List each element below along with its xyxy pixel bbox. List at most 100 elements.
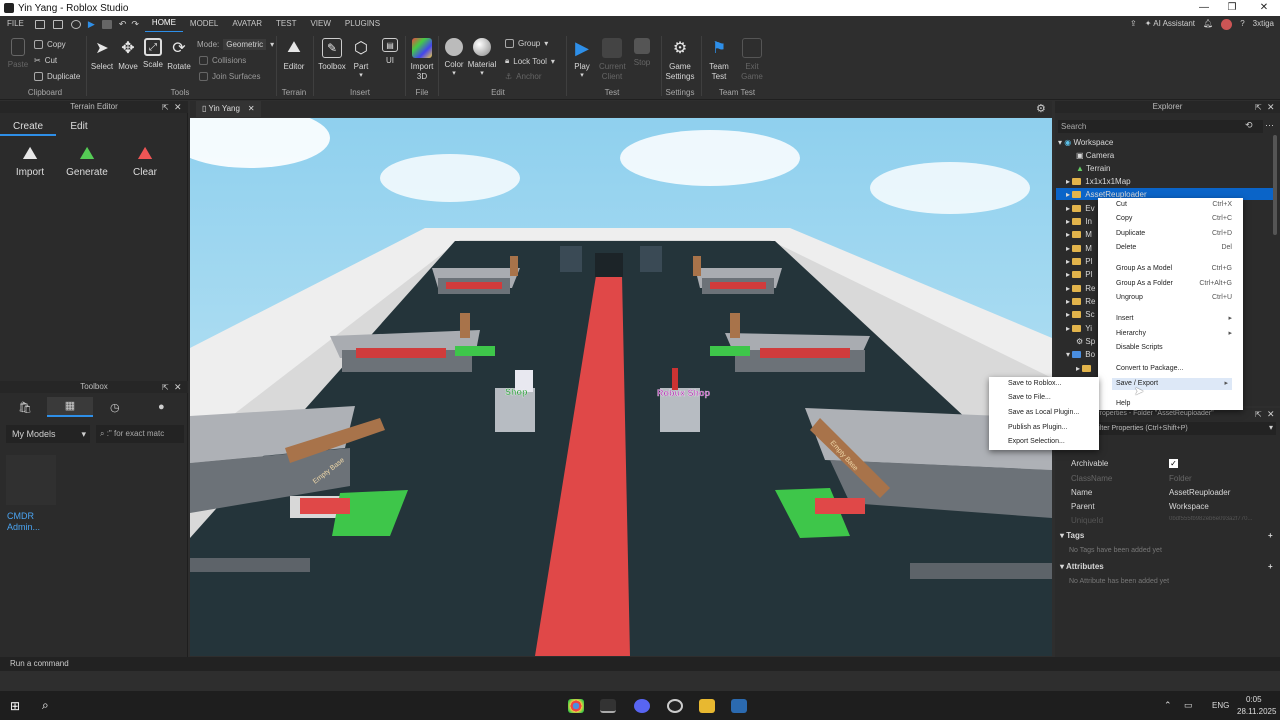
- open-file-icon[interactable]: [52, 19, 63, 29]
- menu-item-copy[interactable]: Copy Ctrl+C: [1116, 213, 1236, 225]
- tree-item[interactable]: ▸ Pl: [1066, 255, 1092, 268]
- part-button[interactable]: ⬡ Part ▾: [348, 34, 374, 79]
- tree-item[interactable]: ▸: [1076, 362, 1095, 375]
- tree-item[interactable]: ▾ Bo: [1066, 348, 1095, 361]
- tree-item[interactable]: ▸ Pl: [1066, 268, 1092, 281]
- menu-item-save-to-roblox[interactable]: Save to Roblox...: [1008, 377, 1061, 391]
- obs-taskbar-icon[interactable]: [667, 699, 683, 713]
- command-bar-input[interactable]: Run a command: [0, 657, 1280, 671]
- name-value-field[interactable]: AssetReuploader: [1169, 488, 1230, 497]
- model-item-label[interactable]: CMDR Admin...: [7, 511, 47, 533]
- file-explorer-taskbar-icon[interactable]: [699, 699, 715, 713]
- terrain-editor-button[interactable]: ⛰ Editor: [278, 34, 310, 71]
- gear-icon[interactable]: ⚙: [1036, 102, 1046, 115]
- tab-view[interactable]: VIEW: [303, 16, 337, 32]
- menu-item-help[interactable]: Help: [1116, 398, 1236, 410]
- collisions-toggle[interactable]: Collisions: [199, 56, 246, 65]
- tab-edit[interactable]: Edit: [56, 121, 102, 132]
- add-attribute-icon[interactable]: +: [1268, 562, 1273, 571]
- close-icon[interactable]: ✕: [174, 102, 182, 113]
- tree-item[interactable]: ▸ Re: [1066, 282, 1095, 295]
- anchor-button[interactable]: ⚓︎ Anchor: [505, 72, 542, 81]
- menu-item-group-as-model[interactable]: Group As a Model Ctrl+G: [1116, 263, 1236, 275]
- tab-plugins[interactable]: PLUGINS: [338, 16, 387, 32]
- roblox-studio-taskbar-icon[interactable]: [600, 699, 616, 713]
- explorer-scrollbar[interactable]: [1273, 135, 1277, 235]
- scale-tool-button[interactable]: ⤢ Scale: [139, 34, 167, 69]
- tree-item[interactable]: ▸ M: [1066, 242, 1092, 255]
- bell-icon[interactable]: 🔔︎: [1203, 16, 1213, 32]
- undo-icon[interactable]: ↶: [119, 19, 127, 30]
- help-icon[interactable]: ?: [1240, 16, 1244, 32]
- copy-button[interactable]: Copy: [34, 40, 66, 49]
- float-panel-icon[interactable]: ⇱: [162, 103, 169, 112]
- select-tool-button[interactable]: ➤ Select: [88, 34, 116, 71]
- tab-create[interactable]: Create: [0, 121, 56, 136]
- game-settings-button[interactable]: ⚙ Game Settings: [663, 34, 697, 82]
- close-window-button[interactable]: ✕: [1250, 0, 1278, 16]
- color-button[interactable]: Color ▾: [440, 34, 468, 77]
- app-taskbar-icon[interactable]: [731, 699, 747, 713]
- search-icon[interactable]: ⌕: [42, 698, 49, 713]
- float-panel-icon[interactable]: ⇱: [162, 383, 169, 392]
- join-surfaces-toggle[interactable]: Join Surfaces: [199, 72, 260, 81]
- inventory-tab-icon[interactable]: ▦: [47, 397, 93, 417]
- redo-icon[interactable]: ↷: [131, 19, 139, 30]
- duplicate-button[interactable]: Duplicate: [34, 72, 80, 81]
- close-icon[interactable]: ✕: [174, 382, 182, 393]
- category-dropdown[interactable]: My Models ▾: [6, 425, 90, 443]
- stop-quick-icon[interactable]: [101, 19, 112, 29]
- archivable-checkbox[interactable]: ✓: [1169, 459, 1178, 468]
- tree-item[interactable]: ▸ In: [1066, 215, 1092, 228]
- tray-chevron-up-icon[interactable]: ⌃: [1164, 700, 1172, 711]
- rotate-tool-button[interactable]: ⟳ Rotate: [165, 34, 193, 71]
- terrain-import-button[interactable]: ⛰ Import: [5, 143, 55, 178]
- mode-select[interactable]: Mode: Geometric ▾: [197, 39, 274, 50]
- menu-item-save-to-file[interactable]: Save to File...: [1008, 391, 1051, 405]
- close-icon[interactable]: ✕: [248, 104, 255, 113]
- viewport-tab[interactable]: ▯ Yin Yang ✕: [196, 101, 261, 117]
- minimize-button[interactable]: —: [1190, 0, 1218, 16]
- menu-item-insert[interactable]: Insert ▸: [1116, 313, 1236, 325]
- group-button[interactable]: Group ▾: [505, 39, 548, 48]
- tree-item-terrain[interactable]: ▲ Terrain: [1076, 162, 1110, 175]
- parent-value-field[interactable]: Workspace: [1169, 502, 1209, 511]
- refresh-icon[interactable]: [70, 19, 81, 29]
- new-file-icon[interactable]: [34, 19, 45, 29]
- menu-item-delete[interactable]: Delete Del: [1116, 242, 1236, 254]
- tab-model[interactable]: MODEL: [183, 16, 225, 32]
- recent-clock-icon[interactable]: ◷: [110, 401, 120, 414]
- 3d-viewport[interactable]: Shop Robux Shop Empty Base Empty Base: [190, 118, 1052, 656]
- team-test-button[interactable]: ⚑ Team Test: [703, 34, 735, 82]
- menu-item-export-selection[interactable]: Export Selection...: [1008, 435, 1065, 449]
- tab-avatar[interactable]: AVATAR: [225, 16, 269, 32]
- maximize-button[interactable]: ❐: [1218, 0, 1246, 16]
- material-button[interactable]: Material ▾: [467, 34, 497, 77]
- marketplace-icon[interactable]: 🛍︎: [18, 401, 32, 414]
- paste-button[interactable]: Paste: [4, 34, 32, 69]
- attributes-section-header[interactable]: ▾ Attributes +: [1060, 562, 1273, 571]
- menu-item-hierarchy[interactable]: Hierarchy ▸: [1116, 328, 1236, 340]
- tab-home[interactable]: HOME: [144, 15, 183, 33]
- terrain-generate-button[interactable]: ⛰ Generate: [62, 143, 112, 178]
- tree-item[interactable]: ⚙ Sp: [1076, 335, 1095, 348]
- ui-button[interactable]: ▤ UI: [377, 34, 403, 65]
- menu-item-cut[interactable]: Cut Ctrl+X: [1116, 199, 1236, 211]
- import-3d-button[interactable]: Import 3D: [407, 34, 437, 82]
- ai-assistant-button[interactable]: ✦ AI Assistant: [1145, 16, 1195, 32]
- menu-item-group-as-folder[interactable]: Group As a Folder Ctrl+Alt+G: [1116, 278, 1236, 290]
- history-icon[interactable]: ⟲: [1245, 120, 1253, 131]
- avatar[interactable]: [1221, 18, 1233, 30]
- current-client-button[interactable]: Current Client: [597, 34, 627, 82]
- taskbar-date[interactable]: 28.11.2025: [1237, 707, 1276, 716]
- explorer-search-input[interactable]: Search: [1058, 120, 1263, 133]
- lock-tool-button[interactable]: 🔒︎ Lock Tool ▾: [505, 56, 555, 66]
- toolbox-button[interactable]: ✎ Toolbox: [316, 34, 348, 71]
- menu-item-save-export[interactable]: Save / Export ▸: [1112, 378, 1232, 390]
- play-quick-icon[interactable]: ▶: [88, 19, 95, 30]
- tree-item[interactable]: ▸ Re: [1066, 295, 1095, 308]
- cut-button[interactable]: ✂ Cut: [34, 56, 57, 65]
- windows-start-icon[interactable]: ⊞: [10, 699, 20, 713]
- tree-item-camera[interactable]: ▣ Camera: [1076, 149, 1114, 162]
- menu-item-publish-as-plugin[interactable]: Publish as Plugin...: [1008, 421, 1068, 435]
